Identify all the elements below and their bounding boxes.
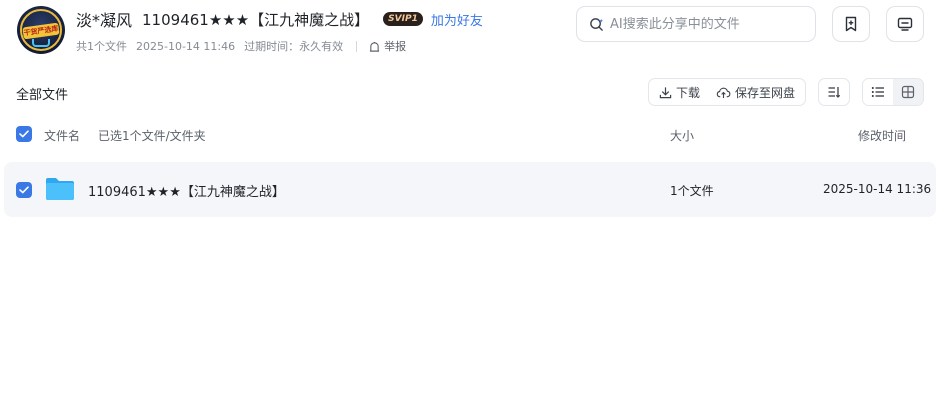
grid-view-button[interactable] (893, 79, 923, 105)
table-row[interactable]: 1109461★★★【江九神魔之战】 1个文件 2025-10-14 11:36 (4, 162, 936, 217)
screen-button[interactable] (886, 6, 924, 42)
owner-name[interactable]: 淡*凝风 (76, 7, 132, 31)
file-mtime: 2025-10-14 11:36 (823, 182, 932, 196)
expire-time: 过期时间：永久有效 (244, 40, 344, 53)
all-files-breadcrumb[interactable]: 全部文件 (16, 84, 68, 103)
avatar-cart-icon (32, 39, 50, 47)
column-name[interactable]: 文件名 (44, 127, 80, 144)
file-count: 共1个文件 (76, 40, 127, 53)
title-row: 淡*凝风 1109461★★★【江九神魔之战】 SVIP1 加为好友 (76, 7, 483, 31)
avatar[interactable]: 干货严选库 (17, 6, 65, 54)
save-to-drive-button[interactable]: 保存至网盘 (716, 84, 795, 101)
share-header: 干货严选库 淡*凝风 1109461★★★【江九神魔之战】 SVIP1 加为好友… (0, 0, 936, 66)
vip-badge: SVIP1 (383, 12, 423, 26)
meta-divider (356, 40, 358, 52)
column-size[interactable]: 大小 (670, 127, 694, 144)
list-view-button[interactable] (863, 79, 893, 105)
view-switch (862, 78, 924, 106)
download-label: 下载 (676, 85, 701, 100)
action-group: 下载 保存至网盘 (648, 78, 806, 106)
bookmark-button[interactable] (832, 6, 870, 42)
report-label: 举报 (384, 40, 407, 53)
download-icon (659, 86, 672, 98)
report-button[interactable]: 举报 (369, 38, 406, 54)
download-button[interactable]: 下载 (659, 84, 700, 101)
add-friend-link[interactable]: 加为好友 (431, 10, 483, 29)
file-size: 1个文件 (670, 184, 714, 198)
share-meta: 共1个文件 2025-10-14 11:46 过期时间：永久有效 举报 (76, 37, 406, 55)
folder-icon (46, 178, 74, 200)
search-box[interactable] (576, 6, 816, 42)
file-list-header: 文件名 已选1个文件/文件夹 大小 修改时间 (0, 120, 936, 148)
bookmark-add-icon (845, 16, 857, 32)
sort-button[interactable] (818, 78, 850, 106)
check-icon (19, 130, 29, 138)
select-all-checkbox[interactable] (16, 126, 32, 142)
ai-search-icon (590, 17, 604, 31)
selection-count: 已选1个文件/文件夹 (98, 129, 206, 143)
column-mtime[interactable]: 修改时间 (858, 127, 906, 144)
cloud-save-icon (716, 87, 731, 98)
share-time: 2025-10-14 11:46 (136, 39, 236, 53)
share-title: 1109461★★★【江九神魔之战】 (142, 10, 370, 29)
file-toolbar: 全部文件 下载 保存至网盘 (0, 76, 936, 108)
monitor-icon (897, 17, 913, 31)
search-input[interactable] (610, 16, 800, 32)
check-icon (19, 186, 29, 194)
grid-view-icon (901, 85, 915, 99)
save-to-drive-label: 保存至网盘 (735, 85, 796, 100)
report-icon (370, 41, 380, 52)
file-name[interactable]: 1109461★★★【江九神魔之战】 (88, 181, 285, 200)
row-checkbox[interactable] (16, 182, 32, 198)
list-view-icon (871, 87, 884, 97)
sort-icon (828, 87, 841, 98)
